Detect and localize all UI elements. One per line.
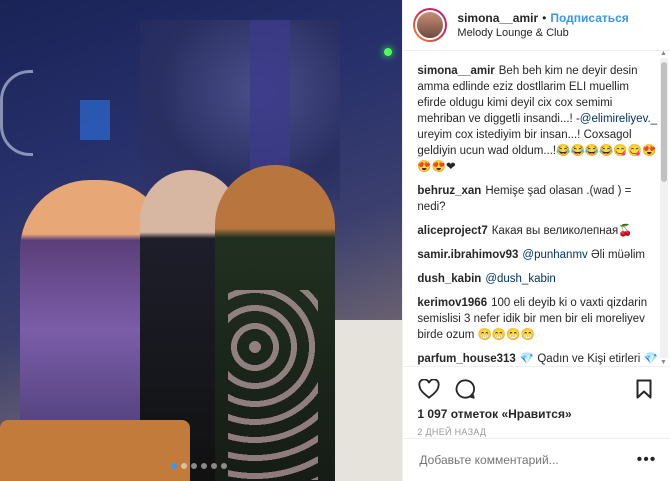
add-comment-bar: ••• (403, 438, 670, 481)
location-link[interactable]: Melody Lounge & Club (457, 27, 628, 39)
avatar-image (415, 10, 446, 40)
background-pillar (250, 20, 290, 170)
post-header: simona__amir • Подписаться Melody Lounge… (403, 0, 670, 51)
scrollbar-thumb[interactable] (661, 62, 667, 182)
comment-input[interactable] (417, 452, 622, 468)
scroll-up-icon[interactable]: ▲ (660, 50, 667, 57)
avatar[interactable] (413, 8, 448, 42)
carousel-dot[interactable] (211, 463, 217, 469)
bookmark-icon[interactable] (632, 377, 656, 401)
header-line: simona__amir • Подписаться (457, 11, 628, 25)
comment-text: Какая вы великолепная🍒 (491, 225, 633, 237)
comment-mention[interactable]: @dush_kabin (485, 273, 556, 285)
comment-item: behruz_xan Hemişe şad olasan .(wad ) = ne… (417, 183, 660, 215)
carousel-dot[interactable] (191, 463, 197, 469)
action-icons (403, 367, 670, 403)
comment-icon[interactable] (453, 377, 477, 401)
comments-scrollbar[interactable]: ▲ ▼ (660, 50, 668, 366)
follow-button[interactable]: Подписаться (550, 11, 628, 25)
comment-username[interactable]: samir.ibrahimov93 (417, 249, 518, 261)
comment-username[interactable]: parfum_house313 (417, 353, 515, 365)
comment-username[interactable]: behruz_xan (417, 185, 481, 197)
green-light (384, 48, 392, 56)
background-screen (80, 100, 110, 140)
comment-item: samir.ibrahimov93 @punhanmv Əli müəlim (417, 247, 660, 263)
comment-username[interactable]: aliceproject7 (417, 225, 487, 237)
post-photo[interactable] (0, 0, 403, 481)
carousel-dot[interactable] (181, 463, 187, 469)
scroll-down-icon[interactable]: ▼ (660, 359, 667, 366)
instagram-post: simona__amir • Подписаться Melody Lounge… (0, 0, 670, 481)
comment-text: ureyim cox istediyim bir insan...! Coxsa… (417, 129, 657, 173)
table (0, 420, 190, 481)
flower-pattern (228, 290, 318, 480)
comment-item: simona__amir Beh beh kim ne deyir desin a… (417, 63, 660, 175)
carousel-dots (171, 463, 227, 469)
post-time[interactable]: 2 дней назад (403, 421, 670, 437)
comment-item: parfum_house313 💎 Qadın ve Kişi etirleri … (417, 351, 660, 365)
likes-count[interactable]: 1 097 отметок «Нравится» (403, 403, 670, 421)
comment-text: 💎 Qadın ve Kişi etirleri 💎 (519, 353, 658, 365)
comment-item: kerimov1966 100 eli deyib ki o vaxti qizd… (417, 295, 660, 343)
comment-item: dush_kabin @dush_kabin (417, 271, 660, 287)
comment-username[interactable]: dush_kabin (417, 273, 481, 285)
carousel-dot[interactable] (221, 463, 227, 469)
username-link[interactable]: simona__amir (457, 11, 538, 25)
carousel-dot[interactable] (171, 463, 177, 469)
comment-username[interactable]: simona__amir (417, 65, 494, 77)
comments-list: simona__amir Beh beh kim ne deyir desin a… (403, 51, 660, 365)
background-arch (0, 70, 33, 156)
comment-text: Əli müəlim (587, 249, 646, 261)
comment-mention[interactable]: @elimireliyev._ (580, 113, 657, 125)
comment-item: aliceproject7 Какая вы великолепная🍒 (417, 223, 660, 239)
carousel-dot[interactable] (201, 463, 207, 469)
post-actions: 1 097 отметок «Нравится» 2 дней назад (403, 366, 670, 437)
post-sidebar: simona__amir • Подписаться Melody Lounge… (402, 0, 670, 481)
heart-icon[interactable] (417, 377, 441, 401)
comment-mention[interactable]: @punhanmv (522, 249, 587, 261)
header-text: simona__amir • Подписаться Melody Lounge… (457, 11, 628, 39)
comment-username[interactable]: kerimov1966 (417, 297, 487, 309)
more-options-icon[interactable]: ••• (637, 451, 657, 469)
separator: • (542, 11, 547, 25)
